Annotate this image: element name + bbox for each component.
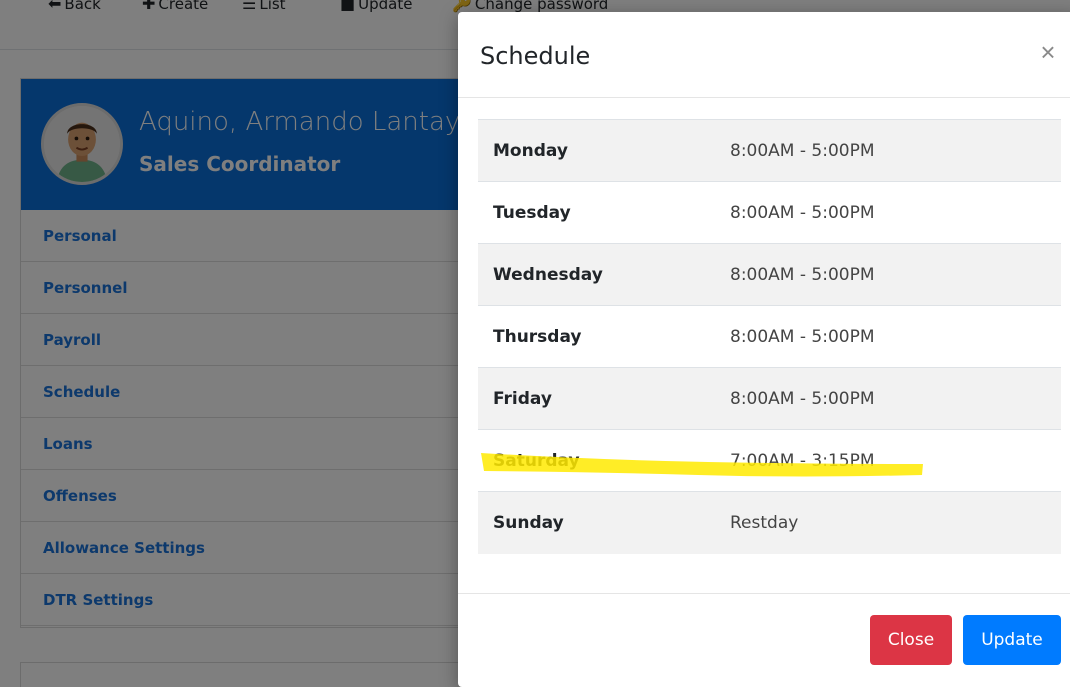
table-row: Wednesday 8:00AM - 5:00PM: [478, 243, 1061, 306]
time-cell: 7:00AM - 3:15PM: [730, 450, 875, 471]
close-button[interactable]: Close: [870, 615, 952, 665]
close-icon[interactable]: ×: [1032, 36, 1064, 68]
day-cell: Monday: [493, 140, 568, 161]
modal-footer: Close Update: [458, 593, 1070, 687]
day-cell: Tuesday: [493, 202, 571, 223]
schedule-table: Monday 8:00AM - 5:00PM Tuesday 8:00AM - …: [478, 119, 1061, 554]
table-row: Thursday 8:00AM - 5:00PM: [478, 305, 1061, 368]
schedule-modal: Schedule × Monday 8:00AM - 5:00PM Tuesda…: [458, 12, 1070, 687]
table-row: Tuesday 8:00AM - 5:00PM: [478, 181, 1061, 244]
table-row: Friday 8:00AM - 5:00PM: [478, 367, 1061, 430]
modal-header: Schedule ×: [458, 12, 1070, 98]
time-cell: 8:00AM - 5:00PM: [730, 140, 875, 161]
day-cell: Sunday: [493, 512, 564, 533]
update-button[interactable]: Update: [963, 615, 1061, 665]
time-cell: 8:00AM - 5:00PM: [730, 264, 875, 285]
table-row: Monday 8:00AM - 5:00PM: [478, 119, 1061, 182]
modal-title: Schedule: [480, 42, 591, 70]
time-cell: Restday: [730, 512, 799, 533]
day-cell: Friday: [493, 388, 552, 409]
table-row: Saturday 7:00AM - 3:15PM: [478, 429, 1061, 492]
day-cell: Thursday: [493, 326, 582, 347]
table-row: Sunday Restday: [478, 491, 1061, 554]
day-cell: Wednesday: [493, 264, 603, 285]
time-cell: 8:00AM - 5:00PM: [730, 326, 875, 347]
time-cell: 8:00AM - 5:00PM: [730, 388, 875, 409]
time-cell: 8:00AM - 5:00PM: [730, 202, 875, 223]
day-cell: Saturday: [493, 450, 580, 471]
